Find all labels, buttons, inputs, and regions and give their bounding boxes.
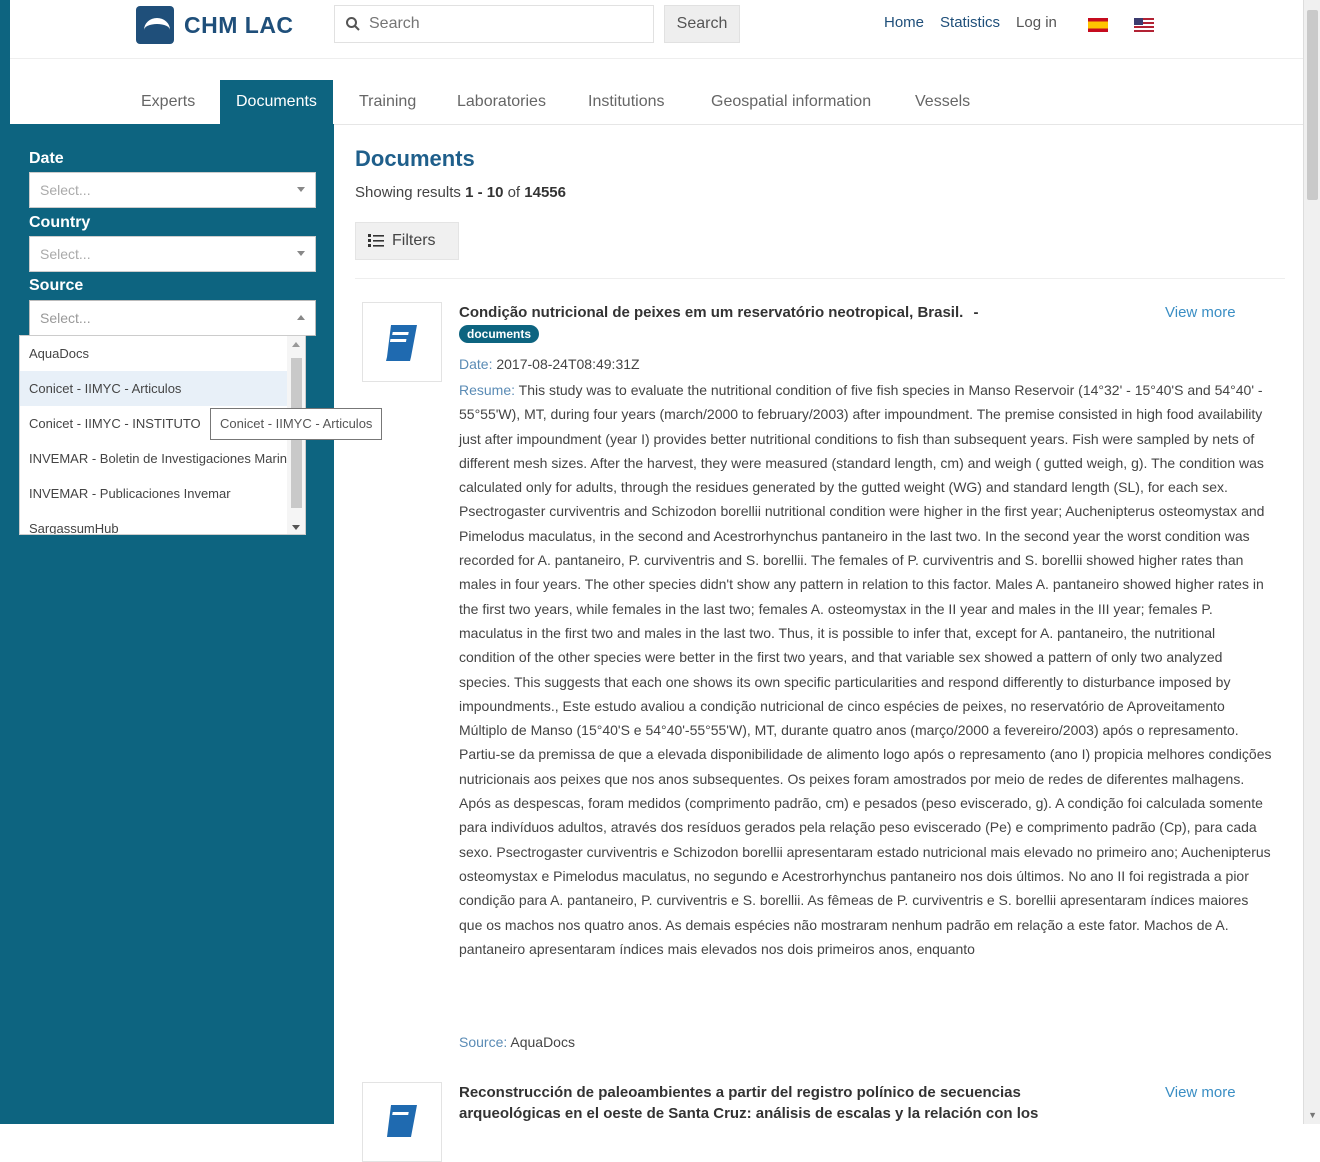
chevron-down-icon	[297, 251, 305, 256]
document-title[interactable]: Condição nutricional de peixes em um res…	[459, 302, 1119, 323]
tab-institutions[interactable]: Institutions	[572, 80, 680, 124]
country-filter-label: Country	[29, 214, 91, 231]
site-header: CHM LAC	[10, 0, 1304, 59]
document-title-text: Condição nutricional de peixes em um res…	[459, 304, 964, 321]
document-date: Date: 2017-08-24T08:49:31Z	[459, 356, 640, 372]
view-more-link[interactable]: View more	[1165, 1084, 1236, 1101]
document-thumbnail[interactable]	[362, 302, 442, 382]
document-thumbnail[interactable]	[362, 1082, 442, 1162]
document-resume: Resume: This study was to evaluate the n…	[459, 378, 1274, 961]
country-filter-placeholder: Select...	[40, 246, 91, 262]
book-icon	[386, 325, 417, 361]
top-navigation: Home Statistics Log in	[884, 14, 1057, 31]
source-label: Source:	[459, 1034, 508, 1050]
date-filter-placeholder: Select...	[40, 182, 91, 198]
option-tooltip: Conicet - IIMYC - Articulos	[210, 408, 383, 440]
filters-button[interactable]: Filters	[355, 222, 459, 260]
nav-home-link[interactable]: Home	[884, 14, 924, 31]
results-summary: Showing results 1 - 10 of 14556	[355, 184, 566, 201]
source-filter-label: Source	[29, 277, 84, 294]
results-range: 1 - 10	[465, 184, 504, 201]
nav-statistics-link[interactable]: Statistics	[940, 14, 1000, 31]
chevron-down-icon	[297, 187, 305, 192]
filters-button-label: Filters	[392, 232, 436, 249]
book-icon	[387, 1105, 417, 1137]
flag-us-icon[interactable]	[1134, 18, 1154, 32]
view-more-link[interactable]: View more	[1165, 304, 1236, 321]
page-title: Documents	[355, 146, 475, 171]
tab-laboratories[interactable]: Laboratories	[441, 80, 562, 124]
tab-training[interactable]: Training	[343, 80, 432, 124]
search-button[interactable]: Search	[664, 5, 740, 43]
date-filter-select[interactable]: Select...	[29, 172, 316, 208]
results-divider	[355, 278, 1285, 279]
page-scrollbar[interactable]: ▼	[1303, 0, 1320, 1124]
date-filter-label: Date	[29, 150, 64, 167]
filter-lines-icon	[368, 234, 384, 247]
nav-login-link[interactable]: Log in	[1016, 14, 1057, 31]
scroll-down-icon[interactable]: ▼	[1308, 1110, 1317, 1120]
logo-wave-icon	[136, 6, 174, 44]
filter-sidebar: Date Select... Country Select... Source …	[10, 124, 334, 1124]
document-title[interactable]: Reconstrucción de paleoambientes a parti…	[459, 1082, 1119, 1124]
chevron-up-icon	[297, 315, 305, 320]
source-option-invemar-boletin[interactable]: INVEMAR - Boletin de Investigaciones Mar…	[20, 441, 291, 476]
resume-label: Resume:	[459, 382, 516, 398]
source-option-invemar-publicaciones[interactable]: INVEMAR - Publicaciones Invemar	[20, 476, 291, 511]
search-input[interactable]	[367, 14, 631, 34]
date-label: Date:	[459, 356, 493, 372]
search-field[interactable]	[334, 5, 654, 43]
scroll-down-icon[interactable]	[292, 525, 300, 530]
page-scroll-thumb[interactable]	[1307, 10, 1318, 200]
tab-documents[interactable]: Documents	[220, 80, 333, 124]
source-option-sargassumhub[interactable]: SargassumHub	[20, 511, 291, 534]
source-filter-placeholder: Select...	[40, 310, 91, 326]
section-tabs: Experts Documents Training Laboratories …	[10, 80, 1304, 125]
source-value: AquaDocs	[510, 1034, 575, 1050]
document-source: Source: AquaDocs	[459, 1034, 575, 1050]
source-option-conicet-articulos[interactable]: Conicet - IIMYC - Articulos	[20, 371, 291, 406]
date-value: 2017-08-24T08:49:31Z	[496, 356, 640, 372]
document-type-badge: documents	[459, 325, 540, 343]
document-title-suffix: -	[973, 304, 979, 321]
site-logo[interactable]: CHM LAC	[136, 6, 294, 44]
resume-text: This study was to evaluate the nutrition…	[459, 382, 1272, 957]
search-icon	[346, 17, 360, 31]
tab-vessels[interactable]: Vessels	[899, 80, 986, 124]
results-total: 14556	[524, 184, 566, 201]
logo-text: CHM LAC	[184, 11, 294, 38]
results-of: of	[507, 184, 521, 201]
tab-geospatial-information[interactable]: Geospatial information	[695, 80, 887, 124]
window-left-edge	[0, 0, 10, 1124]
source-option-aquadocs[interactable]: AquaDocs	[20, 336, 291, 371]
scroll-up-icon[interactable]	[292, 342, 300, 347]
flag-es-icon[interactable]	[1088, 18, 1108, 32]
tab-experts[interactable]: Experts	[125, 80, 211, 124]
source-filter-select[interactable]: Select...	[29, 300, 316, 336]
country-filter-select[interactable]: Select...	[29, 236, 316, 272]
results-prefix: Showing results	[355, 184, 461, 201]
